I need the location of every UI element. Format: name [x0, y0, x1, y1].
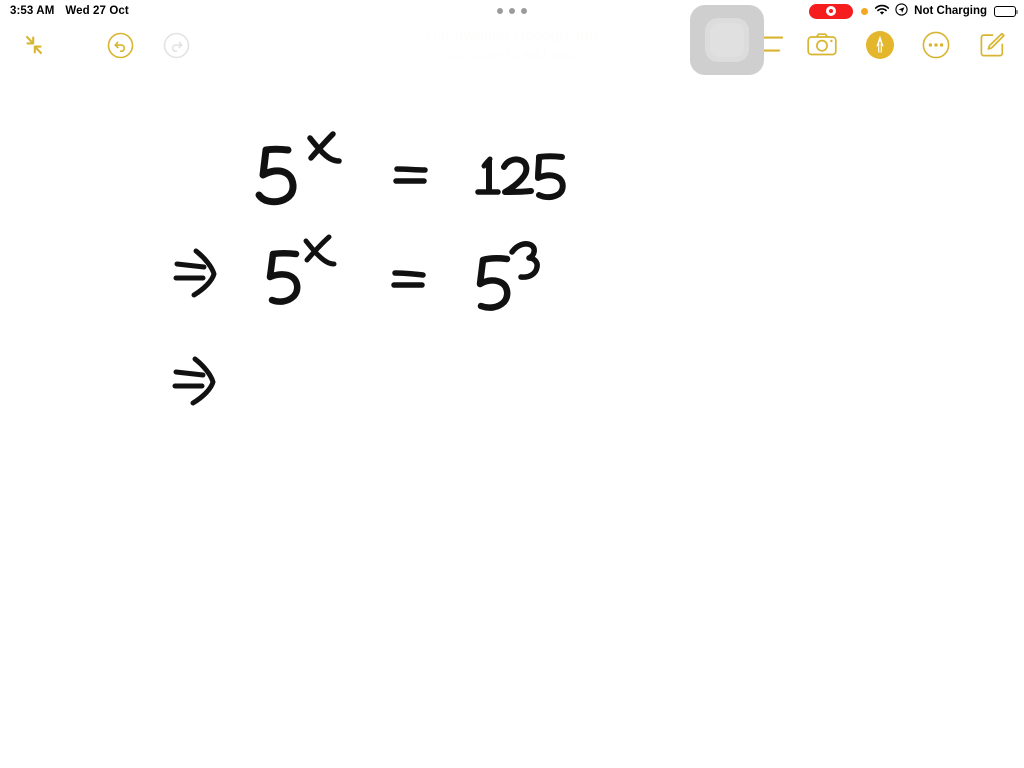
location-icon [895, 3, 908, 19]
redo-icon [155, 22, 197, 68]
record-dot [829, 9, 834, 13]
compose-icon[interactable] [971, 22, 1013, 68]
camera-icon[interactable] [801, 22, 843, 68]
record-ring [826, 6, 837, 16]
note-canvas[interactable]: 5^x = 125 => 5^x = 5^3 => [0, 68, 1024, 768]
notes-app-window: 3:53 AM Wed 27 Oct Not Charging Handwrit… [0, 0, 1024, 768]
more-options-icon[interactable] [915, 22, 957, 68]
ink-layer [172, 131, 566, 406]
collapse-arrows-icon[interactable] [12, 22, 56, 68]
mic-in-use-indicator-icon [861, 7, 869, 15]
status-time: 3:53 AM [10, 5, 55, 17]
status-bar: 3:53 AM Wed 27 Oct Not Charging [0, 0, 1024, 22]
status-bar-left: 3:53 AM Wed 27 Oct [10, 5, 129, 17]
pen-tool-icon[interactable] [859, 22, 901, 68]
battery-full-icon [994, 5, 1019, 17]
notes-toolbar [0, 22, 1024, 68]
undo-icon[interactable] [99, 22, 141, 68]
charging-status-label: Not Charging [914, 5, 987, 17]
wifi-icon [874, 4, 890, 19]
record-icon[interactable] [809, 3, 854, 19]
tool-preview-core [710, 23, 744, 57]
status-bar-right: Not Charging [809, 3, 1019, 19]
status-date: Wed 27 Oct [65, 5, 129, 17]
